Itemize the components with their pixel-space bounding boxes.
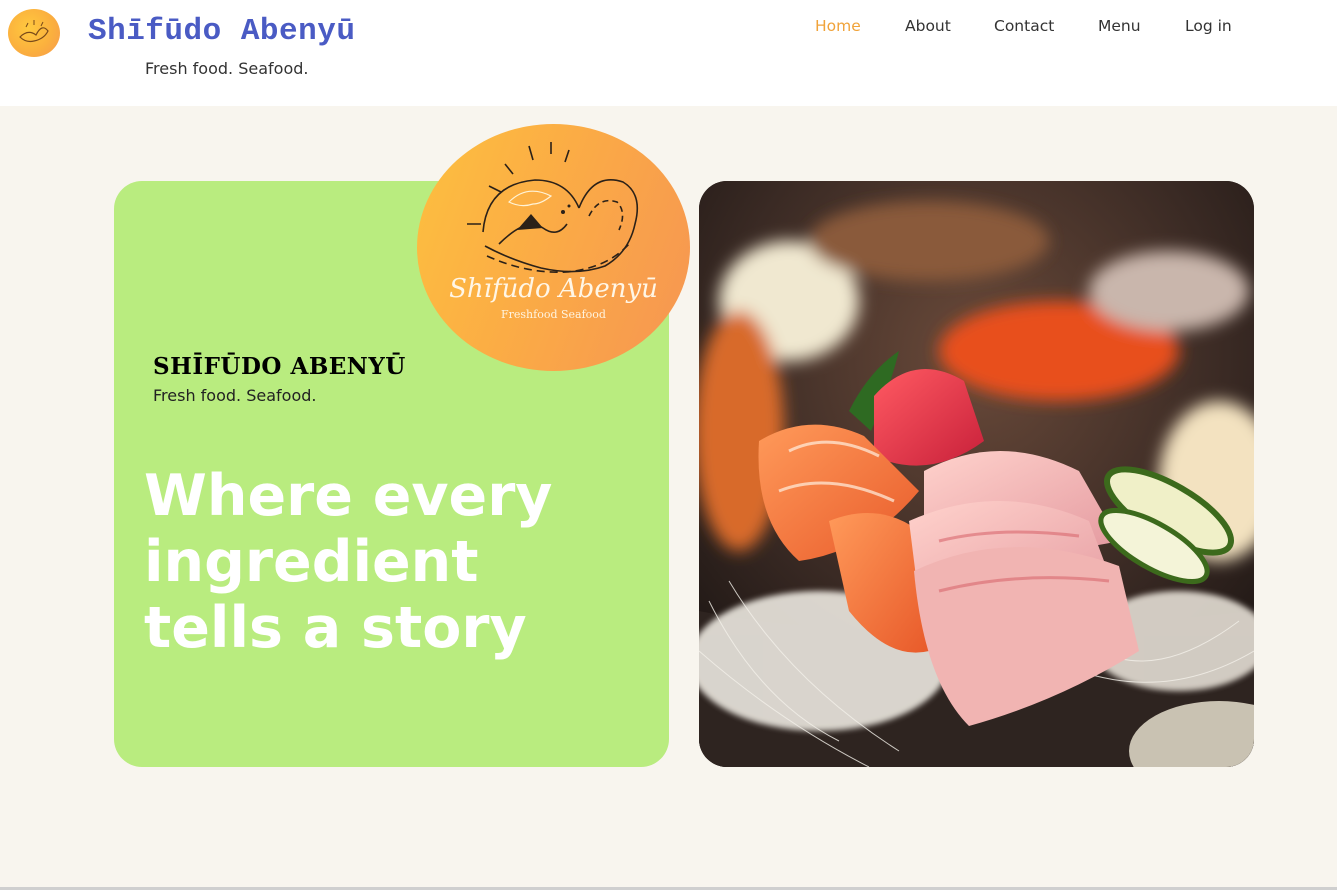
sashimi-platter-photo: [699, 181, 1254, 767]
nav-item-home[interactable]: Home: [815, 17, 861, 35]
main-nav: Home About Contact Menu Log in: [0, 17, 1337, 39]
hero-brand-tagline: Fresh food. Seafood.: [153, 386, 317, 405]
logo-badge-subtitle: Freshfood Seafood: [501, 308, 606, 321]
site-header: Shīfūdo Abenyū Fresh food. Seafood. Home…: [0, 0, 1337, 106]
wave-sun-emblem-icon: [467, 142, 639, 273]
hero-headline: Where every ingredient tells a story: [144, 463, 553, 661]
logo-badge-title: Shīfūdo Abenyū: [449, 274, 658, 304]
logo-badge: Shīfūdo Abenyū Freshfood Seafood: [417, 124, 690, 371]
nav-item-menu[interactable]: Menu: [1098, 17, 1141, 35]
nav-item-contact[interactable]: Contact: [994, 17, 1054, 35]
nav-item-log-in[interactable]: Log in: [1185, 17, 1232, 35]
nav-item-about[interactable]: About: [905, 17, 951, 35]
site-tagline: Fresh food. Seafood.: [145, 59, 309, 78]
hero-brand-name: SHĪFŪDO ABENYŪ: [153, 353, 406, 380]
